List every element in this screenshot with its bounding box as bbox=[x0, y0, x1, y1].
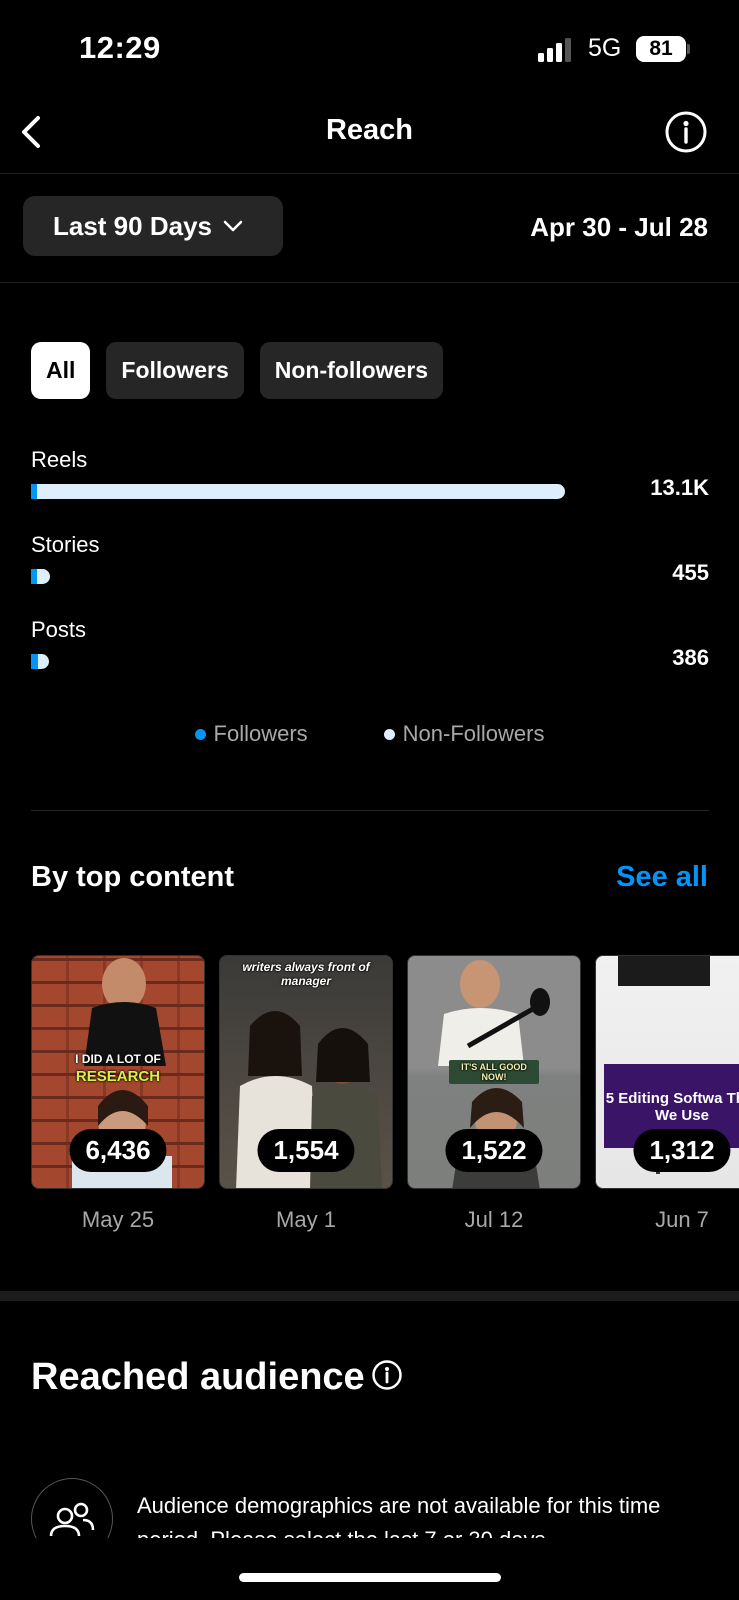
chip-non-followers[interactable]: Non-followers bbox=[259, 342, 444, 399]
content-date: May 25 bbox=[81, 1207, 155, 1232]
content-reach-count: 1,312 bbox=[633, 1129, 731, 1172]
range-dropdown[interactable]: Last 90 Days bbox=[23, 196, 283, 256]
metric-reels: Reels 13.1K bbox=[31, 447, 709, 507]
content-reach-count: 1,554 bbox=[257, 1129, 355, 1172]
metric-label: Reels bbox=[31, 447, 88, 472]
content-reach-count: 1,522 bbox=[445, 1129, 543, 1172]
people-icon bbox=[31, 1478, 113, 1538]
top-content-carousel[interactable]: I DID A LOT OF RESEARCH 6,436 May 25 wri… bbox=[31, 955, 739, 1235]
info-icon[interactable] bbox=[371, 1359, 403, 1391]
content-date: May 1 bbox=[276, 1207, 336, 1232]
top-content-title: By top content bbox=[31, 861, 234, 893]
metric-value: 455 bbox=[672, 560, 709, 585]
followers-bar-fill bbox=[31, 654, 38, 669]
date-range-text: Apr 30 - Jul 28 bbox=[530, 212, 708, 242]
content-tile[interactable]: 5 Editing Softwa That We Use 1,312 Jun 7 bbox=[595, 955, 739, 1233]
content-tile[interactable]: writers always front of manager 1,554 Ma… bbox=[219, 955, 393, 1233]
battery-icon: 81 bbox=[636, 36, 686, 62]
metric-label: Posts bbox=[31, 617, 87, 642]
page-title: Reach bbox=[325, 114, 414, 146]
chip-all[interactable]: All bbox=[31, 342, 91, 399]
audience-filter-chips: All Followers Non-followers bbox=[31, 342, 444, 399]
thumbnail-caption: writers always front of manager bbox=[242, 960, 370, 988]
chip-followers[interactable]: Followers bbox=[106, 342, 244, 399]
content-thumbnail[interactable]: 5 Editing Softwa That We Use 1,312 bbox=[595, 955, 739, 1189]
content-date: Jul 12 bbox=[464, 1207, 524, 1232]
signal-icon bbox=[538, 38, 578, 62]
thumbnail-caption: 5 Editing Softwa That We Use bbox=[605, 1090, 739, 1124]
content-tile[interactable]: IT'S ALL GOOD NOW! 1,522 Jul 12 bbox=[407, 955, 581, 1233]
nav-bar: Reach bbox=[0, 100, 739, 174]
legend-label: Non-Followers bbox=[402, 721, 545, 746]
legend: Followers Non-Followers bbox=[0, 721, 739, 747]
metric-label: Stories bbox=[31, 532, 100, 557]
content-reach-count: 6,436 bbox=[69, 1129, 167, 1172]
legend-followers: Followers bbox=[194, 721, 308, 747]
legend-non-followers: Non-Followers bbox=[383, 721, 545, 747]
metric-value: 386 bbox=[672, 645, 709, 670]
legend-dot bbox=[383, 728, 395, 740]
content-thumbnail[interactable]: I DID A LOT OF RESEARCH 6,436 bbox=[31, 955, 205, 1189]
thumbnail-caption: I DID A LOT OF bbox=[75, 1052, 161, 1066]
thumbnail-caption: RESEARCH bbox=[75, 1068, 161, 1085]
reached-audience-title: Reached audience bbox=[31, 1356, 365, 1398]
divider bbox=[31, 810, 709, 811]
followers-bar-fill bbox=[31, 484, 37, 499]
battery-cap bbox=[687, 44, 690, 54]
info-icon[interactable] bbox=[664, 110, 708, 154]
content-date: Jun 7 bbox=[655, 1207, 709, 1232]
reach-bar bbox=[31, 654, 49, 669]
content-thumbnail[interactable]: writers always front of manager 1,554 bbox=[219, 955, 393, 1189]
status-time: 12:29 bbox=[79, 30, 161, 65]
range-dropdown-label: Last 90 Days bbox=[53, 210, 212, 241]
metric-value: 13.1K bbox=[650, 475, 709, 500]
content-tile[interactable]: I DID A LOT OF RESEARCH 6,436 May 25 bbox=[31, 955, 205, 1233]
see-all-link[interactable]: See all bbox=[616, 861, 708, 894]
metric-posts: Posts 386 bbox=[31, 617, 709, 677]
legend-label: Followers bbox=[213, 721, 308, 746]
audience-unavailable-row: Audience demographics are not available … bbox=[31, 1478, 739, 1538]
home-indicator[interactable] bbox=[239, 1573, 501, 1582]
chevron-down-icon bbox=[222, 219, 244, 233]
network-label: 5G bbox=[588, 34, 622, 62]
audience-message: Audience demographics are not available … bbox=[137, 1493, 661, 1538]
legend-dot bbox=[194, 728, 206, 740]
section-separator bbox=[0, 1291, 739, 1301]
status-bar: 12:29 5G 81 bbox=[0, 0, 739, 100]
reach-bar bbox=[31, 484, 565, 499]
content-thumbnail[interactable]: IT'S ALL GOOD NOW! 1,522 bbox=[407, 955, 581, 1189]
metric-stories: Stories 455 bbox=[31, 532, 709, 592]
followers-bar-fill bbox=[31, 569, 37, 584]
date-range-row: Last 90 Days Apr 30 - Jul 28 bbox=[0, 174, 739, 283]
thumbnail-caption: IT'S ALL GOOD NOW! bbox=[449, 1060, 539, 1084]
reach-bar bbox=[31, 569, 50, 584]
